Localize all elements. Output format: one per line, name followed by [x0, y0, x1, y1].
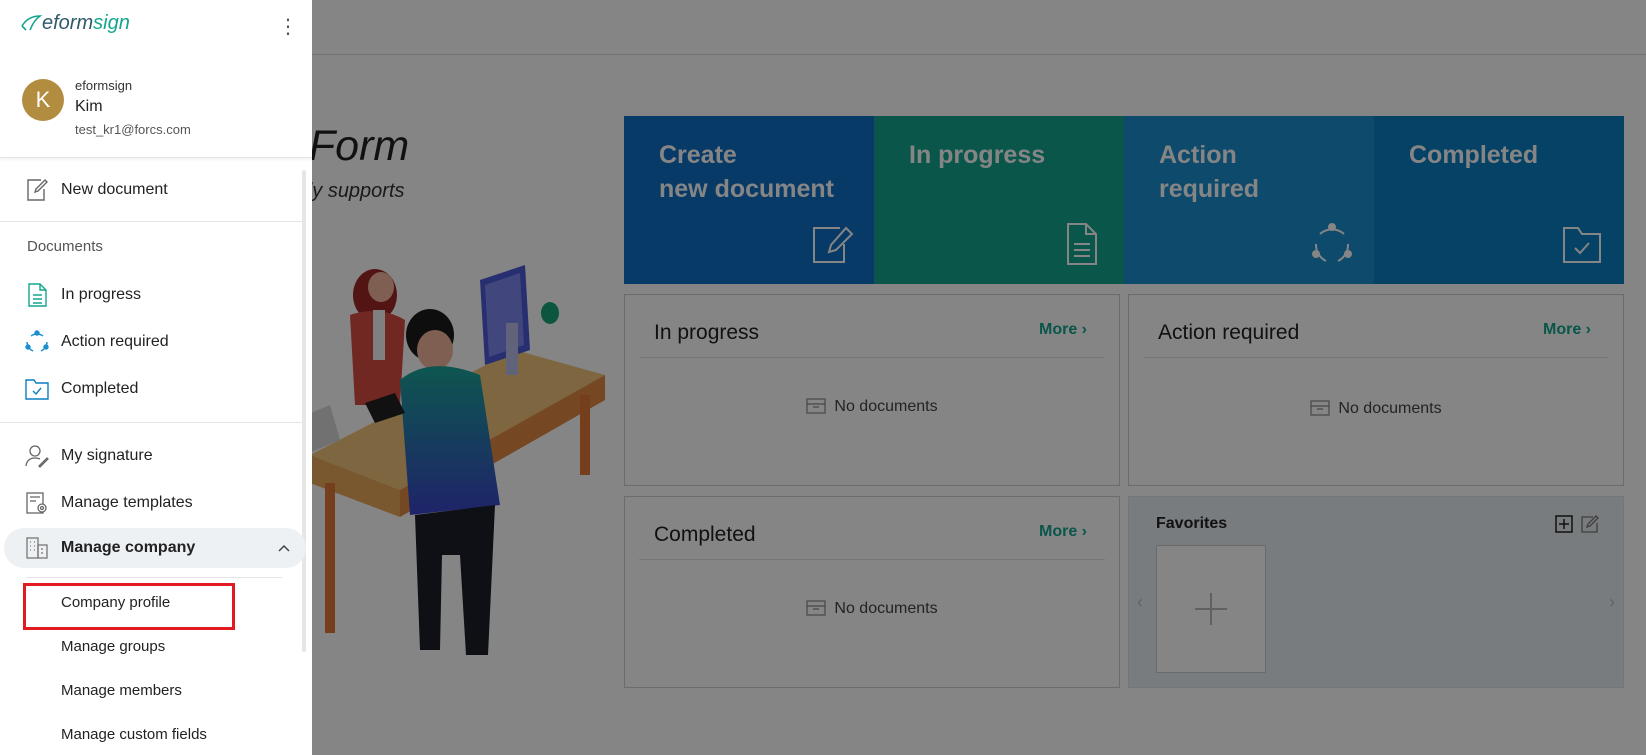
user-email: test_kr1@forcs.com — [75, 122, 191, 137]
chevron-up-icon[interactable] — [276, 540, 292, 556]
nav-label: In progress — [61, 286, 142, 303]
user-name: Kim — [75, 98, 103, 115]
nav-label: New document — [61, 181, 168, 198]
eformsign-logo[interactable]: eformsign — [20, 12, 130, 35]
divider — [0, 422, 306, 423]
documents-section-label: Documents — [27, 238, 103, 255]
divider — [26, 577, 282, 578]
user-profile: K eformsign Kim test_kr1@forcs.com — [0, 60, 312, 158]
sidebar-drawer: eformsign ⋮ K eformsign Kim test_kr1@for… — [0, 0, 312, 755]
sidebar-item-manage-company[interactable]: Manage company — [4, 528, 306, 568]
new-document-icon — [24, 177, 50, 203]
sidebar-item-manage-groups[interactable]: Manage groups — [61, 638, 165, 655]
nav-label: Completed — [61, 380, 139, 397]
document-icon — [24, 282, 50, 308]
new-document-item[interactable]: New document — [0, 170, 306, 210]
logo-text: eformsign — [42, 12, 130, 34]
sidebar-item-my-signature[interactable]: My signature — [0, 436, 306, 476]
divider — [0, 221, 306, 222]
template-settings-icon — [24, 490, 50, 516]
sidebar-item-completed[interactable]: Completed — [0, 369, 306, 409]
nav-label: Manage templates — [61, 494, 193, 511]
sidebar-item-in-progress[interactable]: In progress — [0, 275, 306, 315]
signature-icon — [24, 443, 50, 469]
nav-label: Manage company — [61, 539, 196, 556]
logo-leaf-icon — [21, 14, 42, 31]
sidebar-item-manage-custom-fields[interactable]: Manage custom fields — [61, 726, 207, 743]
sidebar-scrollbar[interactable] — [302, 170, 306, 652]
more-options-icon[interactable]: ⋮ — [278, 14, 298, 38]
nav-label: My signature — [61, 447, 153, 464]
folder-check-icon — [24, 376, 50, 402]
highlight-box — [23, 583, 235, 630]
user-company: eformsign — [75, 78, 133, 93]
sidebar-item-action-required[interactable]: Action required — [0, 322, 306, 362]
sidebar-item-manage-members[interactable]: Manage members — [61, 682, 182, 699]
cycle-icon — [24, 329, 50, 355]
nav-label: Action required — [61, 333, 169, 350]
building-icon — [24, 535, 50, 561]
avatar[interactable]: K — [22, 79, 64, 121]
sidebar-item-manage-templates[interactable]: Manage templates — [0, 483, 306, 523]
